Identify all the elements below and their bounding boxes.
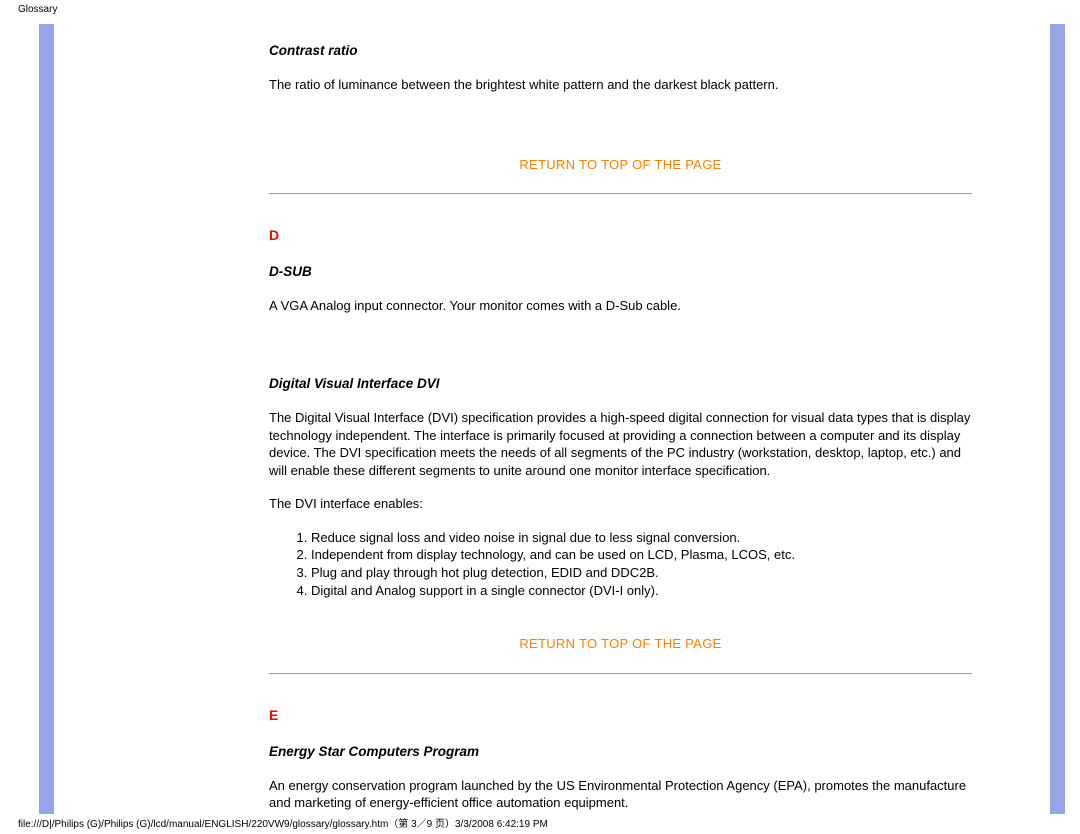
list-item: Digital and Analog support in a single c… — [311, 582, 972, 600]
page-frame: Contrast ratio The ratio of luminance be… — [39, 24, 1065, 814]
footer-file-path: file:///D|/Philips (G)/Philips (G)/lcd/m… — [18, 815, 548, 830]
left-border-bar — [39, 24, 54, 814]
page-header-label: Glossary — [18, 4, 57, 15]
dvi-enables-list: Reduce signal loss and video noise in si… — [269, 529, 972, 599]
term-dvi-enables-intro: The DVI interface enables: — [269, 495, 972, 513]
return-to-top-link[interactable]: RETURN TO TOP OF THE PAGE — [269, 156, 972, 174]
term-dvi-text: The Digital Visual Interface (DVI) speci… — [269, 409, 972, 479]
right-border-bar — [1050, 24, 1065, 814]
list-item: Plug and play through hot plug detection… — [311, 564, 972, 582]
list-item: Reduce signal loss and video noise in si… — [311, 529, 972, 547]
list-item: Independent from display technology, and… — [311, 546, 972, 564]
section-letter-e: E — [269, 706, 972, 725]
left-margin — [54, 24, 269, 814]
term-dvi-title: Digital Visual Interface DVI — [269, 375, 972, 393]
term-dsub-title: D-SUB — [269, 263, 972, 281]
right-margin — [984, 24, 1050, 814]
main-content: Contrast ratio The ratio of luminance be… — [269, 24, 984, 814]
term-contrast-ratio-title: Contrast ratio — [269, 42, 972, 60]
term-contrast-ratio-text: The ratio of luminance between the brigh… — [269, 76, 972, 94]
term-energy-star-title: Energy Star Computers Program — [269, 743, 972, 761]
return-to-top-link[interactable]: RETURN TO TOP OF THE PAGE — [269, 635, 972, 653]
section-letter-d: D — [269, 226, 972, 245]
term-energy-star-text: An energy conservation program launched … — [269, 777, 972, 812]
term-dsub-text: A VGA Analog input connector. Your monit… — [269, 297, 972, 315]
